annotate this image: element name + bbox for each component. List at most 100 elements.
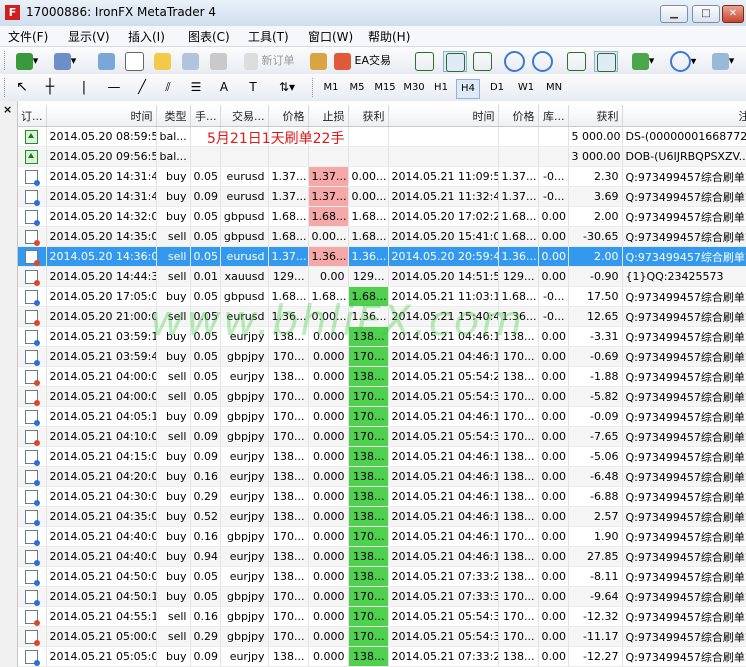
col-price[interactable]: 价格 [268,105,309,127]
data-window-button[interactable] [124,51,144,71]
tf-h4[interactable]: H4 [456,79,480,99]
text-label-button[interactable]: T [244,78,262,97]
new-order-button[interactable]: 新订单 [244,51,300,70]
vertical-line-button[interactable]: | [76,78,92,97]
tf-w1[interactable]: W1 [514,79,538,97]
cell-open: 2014.05.20 09:56:55 [46,146,157,167]
close-button[interactable]: ✕ [722,5,744,23]
buy-order-icon [25,549,41,566]
order-icon-cell [18,606,47,627]
col-order[interactable]: 订... [18,105,47,127]
table-row[interactable]: 2014.05.21 04:20:04 buy 0.16 eurjpy 138... 0.… [18,466,746,487]
crosshair-button[interactable]: ┼ [40,78,60,97]
tf-m15[interactable]: M15 [372,79,398,97]
ea-trading-button[interactable]: EA交易 [334,51,398,70]
menu-tools[interactable]: 工具(T) [248,28,289,45]
col-close-time[interactable]: 时间 [388,105,499,127]
zoom-in-button[interactable] [504,51,525,72]
tf-h1[interactable]: H1 [430,79,452,97]
table-row[interactable]: 2014.05.21 04:50:15 buy 0.05 gbpjpy 170... 0.… [18,586,746,607]
table-row[interactable]: 2014.05.21 05:00:02 sell 0.29 gbpjpy 170... 0… [18,626,746,647]
text-button[interactable]: A [216,78,232,97]
table-row[interactable]: 2014.05.20 08:59:52 bal... 5 000.00 DS-(000… [18,126,746,147]
menu-window[interactable]: 窗口(W) [308,28,353,45]
cursor-button[interactable]: ↖ [12,78,32,97]
channel-button[interactable]: ⫽ [158,78,178,97]
table-row[interactable]: 2014.05.20 14:31:47 buy 0.05 eurusd 1.37... 1… [18,166,746,187]
tf-m30[interactable]: M30 [401,79,427,97]
fibonacci-button[interactable]: ☰ [186,78,206,97]
window-title: 17000886: IronFX MetaTrader 4 [26,5,217,19]
menu-charts[interactable]: 图表(C) [188,28,230,45]
terminal-button[interactable] [180,51,200,70]
table-row[interactable]: 2014.05.21 04:10:06 sell 0.09 gbpjpy 170... 0… [18,426,746,447]
new-chart-button[interactable]: ▾ [12,51,42,70]
col-profit[interactable]: 获利 [568,105,623,127]
tf-m5[interactable]: M5 [346,79,368,97]
table-row[interactable]: 2014.05.20 14:31:48 buy 0.09 eurusd 1.37... 1… [18,186,746,207]
table-row[interactable]: 2014.05.21 04:40:06 buy 0.16 gbpjpy 170... 0.… [18,526,746,547]
cell-type: buy [156,446,191,467]
tf-mn[interactable]: MN [542,79,566,97]
table-row[interactable]: 2014.05.20 14:32:08 buy 0.05 gbpusd 1.68... 1… [18,206,746,227]
table-row[interactable]: 2014.05.21 04:00:05 sell 0.05 gbpjpy 170... 0… [18,386,746,407]
horizontal-line-button[interactable]: — [104,78,124,97]
table-row[interactable]: 2014.05.21 04:55:15 sell 0.16 gbpjpy 170... 0… [18,606,746,627]
candlestick-button[interactable] [443,51,467,72]
templates-button[interactable]: ▾ [706,51,740,70]
meta-editor-button[interactable] [308,51,328,70]
navigator-button[interactable] [152,51,172,70]
menu-file[interactable]: 文件(F) [8,28,48,45]
cell-sl: 1.68... [308,206,349,227]
cell-sym: gbpjpy [220,586,269,607]
col-tp[interactable]: 获利 [348,105,389,127]
table-row[interactable]: 2014.05.21 04:30:05 buy 0.29 eurjpy 138... 0.… [18,486,746,507]
col-open-time[interactable]: 时间 [46,105,157,127]
indicators-button[interactable]: ▾ [628,51,658,70]
table-row[interactable]: 2014.05.21 03:59:47 buy 0.05 gbpjpy 170... 0.… [18,346,746,367]
table-row[interactable]: 2014.05.20 14:35:03 sell 0.05 gbpusd 1.68...… [18,226,746,247]
table-row[interactable]: 2014.05.20 09:56:55 bal... 3 000.00 DOB-(U6… [18,146,746,167]
periods-button[interactable]: ▾ [668,51,698,72]
tf-d1[interactable]: D1 [486,79,508,97]
col-lots[interactable]: 手... [190,105,221,127]
arrows-button[interactable]: ⇅▾ [272,78,302,97]
col-symbol[interactable]: 交易... [220,105,269,127]
table-row[interactable]: 2014.05.21 04:00:01 sell 0.05 eurjpy 138... 0… [18,366,746,387]
table-row[interactable]: 2014.05.21 04:40:07 buy 0.94 eurjpy 138... 0.… [18,546,746,567]
buy-order-icon [25,569,41,586]
menu-view[interactable]: 显示(V) [68,28,110,45]
minimize-button[interactable]: ▁ [660,5,688,23]
table-row[interactable]: 2014.05.20 14:36:03 sell 0.05 eurusd 1.37...… [18,246,746,267]
col-type[interactable]: 类型 [156,105,191,127]
chart-shift-button[interactable] [594,51,618,72]
auto-scroll-button[interactable] [566,51,586,71]
menu-help[interactable]: 帮助(H) [368,28,410,45]
col-comment[interactable]: 注释 [622,105,746,127]
profiles-button[interactable]: ▾ [50,51,80,70]
table-header: 订... 时间 类型 手... 交易... 价格 止损 获利 时间 价格 库..… [18,105,746,127]
col-swap[interactable]: 库... [538,105,569,127]
table-row[interactable]: 2014.05.21 05:05:04 buy 0.09 eurjpy 138... 0.… [18,646,746,667]
col-close-price[interactable]: 价格 [498,105,539,127]
sell-order-icon [25,369,41,386]
table-row[interactable]: 2014.05.21 04:50:06 buy 0.05 eurjpy 138... 0.… [18,566,746,587]
strategy-tester-button[interactable] [208,51,228,70]
tf-m1[interactable]: M1 [320,79,342,97]
cell-profit: -30.65 [568,226,623,247]
cell-swap: -0... [538,166,569,187]
maximize-button[interactable]: □ [692,5,720,23]
table-row[interactable]: 2014.05.21 04:05:10 buy 0.09 gbpjpy 170... 0.… [18,406,746,427]
table-row[interactable]: 2014.05.20 14:44:37 sell 0.01 xauusd 129... 0… [18,266,746,287]
zoom-out-button[interactable] [532,51,553,72]
bar-chart-button[interactable] [414,51,434,71]
table-row[interactable]: 2014.05.21 04:15:04 buy 0.09 eurjpy 138... 0.… [18,446,746,467]
cell-price: 1.68... [268,206,309,227]
close-terminal-icon[interactable]: × [3,103,12,116]
col-sl[interactable]: 止损 [308,105,349,127]
trendline-button[interactable]: ╱ [132,78,152,97]
table-row[interactable]: 2014.05.21 04:35:06 buy 0.52 eurjpy 138... 0.… [18,506,746,527]
market-watch-button[interactable] [96,51,116,70]
line-chart-button[interactable] [472,51,492,71]
menu-insert[interactable]: 插入(I) [128,28,165,45]
